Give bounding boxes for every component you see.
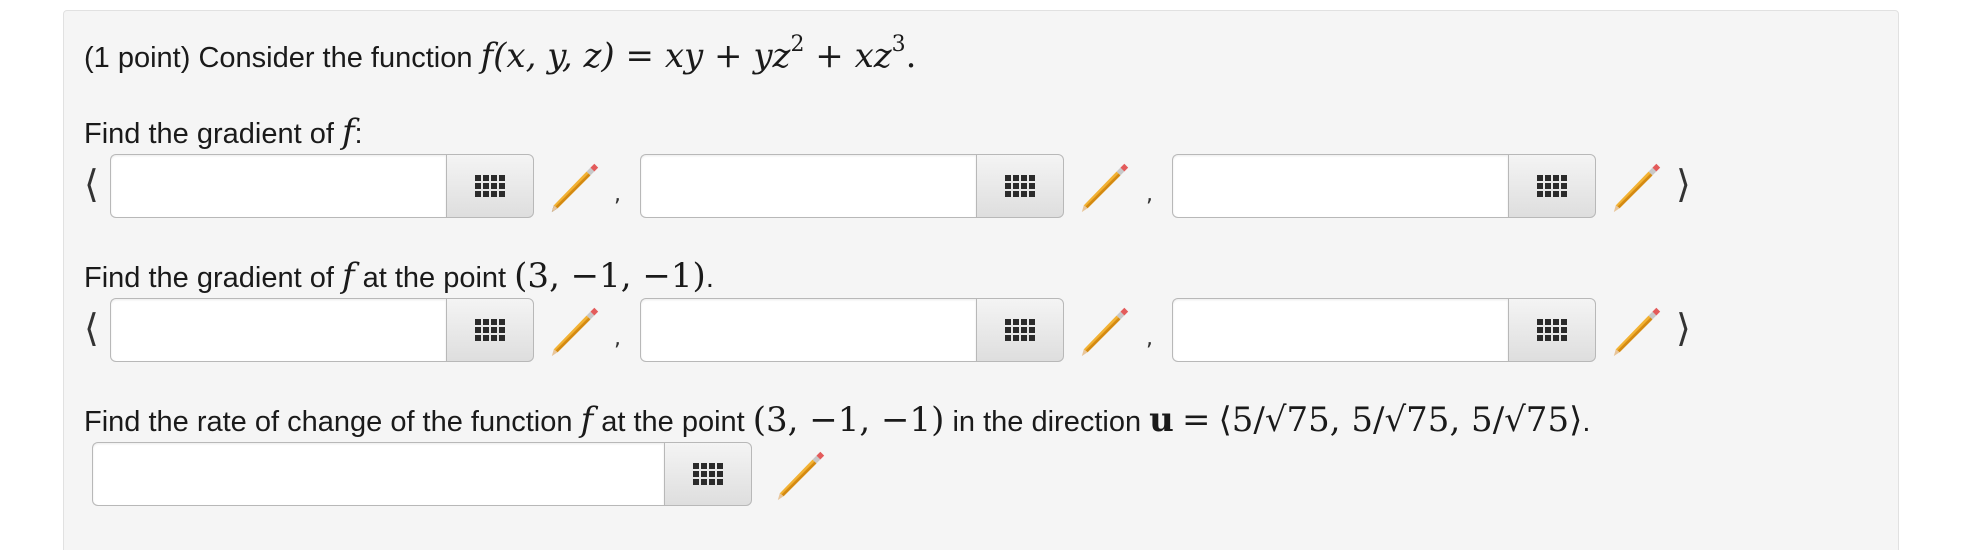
pencil-icon[interactable] xyxy=(546,302,604,360)
close-angle-bracket: ⟩ xyxy=(1676,306,1691,350)
keypad-icon xyxy=(475,319,505,341)
part2-var: f xyxy=(341,256,355,296)
function-lhs: f(x, y, z) xyxy=(480,36,615,76)
term-xz: xz xyxy=(854,36,892,76)
direction-vector: ⟨5/√75, 5/√75, 5/√75⟩ xyxy=(1218,400,1583,440)
keypad-icon xyxy=(475,175,505,197)
pencil-icon[interactable] xyxy=(1076,302,1134,360)
comma-separator: , xyxy=(614,326,621,351)
pencil-icon[interactable] xyxy=(1608,158,1666,216)
function-definition: f(x, y, z) = xy + yz2 + xz3. xyxy=(480,34,917,77)
grad-z-input[interactable] xyxy=(1172,154,1508,218)
direction-vector-symbol: u xyxy=(1149,400,1174,440)
part3-answer-row xyxy=(84,442,1784,508)
colon: : xyxy=(354,118,363,150)
pencil-icon[interactable] xyxy=(1608,302,1666,360)
pencil-icon[interactable] xyxy=(772,446,830,504)
grad-y-keypad-button[interactable] xyxy=(976,154,1064,218)
keypad-icon xyxy=(1537,175,1567,197)
comma-separator: , xyxy=(1146,182,1153,207)
comma-separator: , xyxy=(614,182,621,207)
part3-prompt: Find the rate of change of the function … xyxy=(84,400,1590,442)
grad-at-y-input[interactable] xyxy=(640,298,976,362)
keypad-icon xyxy=(1537,319,1567,341)
part2-point: (3, −1, −1) xyxy=(514,256,706,296)
grad-at-x-keypad-button[interactable] xyxy=(446,298,534,362)
comma-separator: , xyxy=(1146,326,1153,351)
equals-sign: = xyxy=(625,36,655,76)
part1-var: f xyxy=(341,112,355,152)
points-label: (1 point) Consider the function xyxy=(84,42,473,74)
close-angle-bracket: ⟩ xyxy=(1676,162,1691,206)
grad-x-input[interactable] xyxy=(110,154,446,218)
grad-at-z-input[interactable] xyxy=(1172,298,1508,362)
part1-prompt-text: Find the gradient of xyxy=(84,118,334,150)
part2-answer-row: ⟨ , , ⟩ xyxy=(84,298,1784,364)
part2-prompt: Find the gradient of f at the point (3, … xyxy=(84,256,714,298)
grad-y-input[interactable] xyxy=(640,154,976,218)
term-yz: yz xyxy=(753,36,791,76)
part2-prompt-text: Find the gradient of xyxy=(84,262,334,294)
part3-var: f xyxy=(580,400,594,440)
plus-sign: + xyxy=(815,36,844,76)
keypad-icon xyxy=(1005,175,1035,197)
grad-at-x-input[interactable] xyxy=(110,298,446,362)
period: . xyxy=(905,36,917,76)
part1-answer-row: ⟨ , , ⟩ xyxy=(84,154,1784,220)
part1-prompt: Find the gradient of f: xyxy=(84,112,363,154)
plus-sign: + xyxy=(714,36,743,76)
grad-at-y-keypad-button[interactable] xyxy=(976,298,1064,362)
term-xy: xy xyxy=(664,36,704,76)
problem-statement: (1 point) Consider the function f(x, y, … xyxy=(84,34,917,78)
grad-z-keypad-button[interactable] xyxy=(1508,154,1596,218)
exponent-3: 3 xyxy=(891,32,906,57)
open-angle-bracket: ⟨ xyxy=(84,162,99,206)
equals-sign: = xyxy=(1181,400,1211,440)
rate-input[interactable] xyxy=(92,442,664,506)
period: . xyxy=(1582,406,1591,438)
pencil-icon[interactable] xyxy=(1076,158,1134,216)
rate-keypad-button[interactable] xyxy=(664,442,752,506)
part3-direction-text: in the direction xyxy=(952,406,1142,438)
part3-at-point-text: at the point xyxy=(601,406,745,438)
period: . xyxy=(705,262,714,294)
grad-at-z-keypad-button[interactable] xyxy=(1508,298,1596,362)
open-angle-bracket: ⟨ xyxy=(84,306,99,350)
exponent-2: 2 xyxy=(790,32,805,57)
keypad-icon xyxy=(1005,319,1035,341)
part2-at-point-text: at the point xyxy=(362,262,507,294)
grad-x-keypad-button[interactable] xyxy=(446,154,534,218)
keypad-icon xyxy=(693,463,723,485)
part3-point: (3, −1, −1) xyxy=(752,400,945,440)
part3-prompt-text: Find the rate of change of the function xyxy=(84,406,573,438)
pencil-icon[interactable] xyxy=(546,158,604,216)
